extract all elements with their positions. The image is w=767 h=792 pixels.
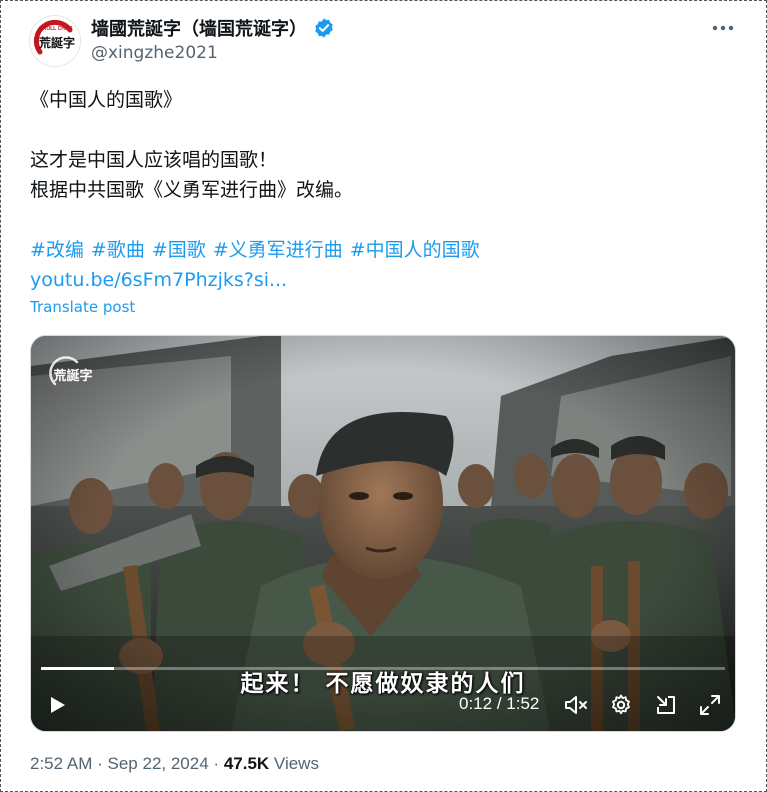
time-separator: / <box>496 694 502 713</box>
current-time: 0:12 <box>459 694 493 713</box>
fullscreen-button[interactable] <box>695 691 725 719</box>
verified-badge-icon[interactable] <box>313 17 335 39</box>
pip-button[interactable] <box>651 691 681 719</box>
muted-speaker-icon <box>565 696 587 714</box>
hashtag-link[interactable]: #国歌 <box>152 239 206 261</box>
views-label: Views <box>273 754 319 773</box>
tweet-card: TROLL CHAO 荒誕字 墙國荒誕字（墙国荒诞字） @xingzhe2021… <box>0 0 767 792</box>
author-name-row: 墙國荒誕字（墙国荒诞字） <box>91 15 335 41</box>
video-time: 0:12 / 1:52 <box>459 694 539 714</box>
video-watermark: 荒誕字 <box>47 354 99 392</box>
translate-post-link[interactable]: Translate post <box>30 298 135 316</box>
hashtag-link[interactable]: #改编 <box>30 239 84 261</box>
svg-text:荒誕字: 荒誕字 <box>52 368 92 384</box>
watermark-logo-icon: 荒誕字 <box>49 356 93 386</box>
post-line-1: 这才是中国人应该唱的国歌！ <box>30 149 278 171</box>
views-count[interactable]: 47.5K <box>224 754 269 773</box>
post-line-2: 根据中共国歌《义勇军进行曲》改编。 <box>30 179 354 201</box>
post-date[interactable]: Sep 22, 2024 <box>108 754 209 773</box>
post-title: 《中国人的国歌》 <box>30 89 183 111</box>
gear-icon <box>612 694 630 715</box>
svg-text:荒誕字: 荒誕字 <box>38 35 75 50</box>
meta-separator: · <box>97 754 103 773</box>
svg-text:TROLL CHAO: TROLL CHAO <box>40 26 73 32</box>
play-button[interactable] <box>43 691 71 719</box>
expand-icon <box>700 695 720 715</box>
avatar-logo: TROLL CHAO 荒誕字 <box>31 17 80 66</box>
post-time[interactable]: 2:52 AM <box>30 754 92 773</box>
hashtag-link[interactable]: #歌曲 <box>91 239 145 261</box>
hashtag-list: #改编 #歌曲 #国歌 #义勇军进行曲 #中国人的国歌 <box>30 235 730 265</box>
play-icon <box>51 697 65 713</box>
meta-separator: · <box>213 754 220 773</box>
video-player[interactable]: 荒誕字 起来！ 不愿做奴隶的人们 0:12 / 1:52 <box>30 335 736 732</box>
hashtag-link[interactable]: #中国人的国歌 <box>350 239 480 261</box>
external-link[interactable]: youtu.be/6sFm7Phzjks?si... <box>30 269 287 291</box>
post-metadata: 2:52 AM · Sep 22, 2024 · 47.5K Views <box>30 754 319 774</box>
mute-button[interactable] <box>561 691 591 719</box>
author-avatar[interactable]: TROLL CHAO 荒誕字 <box>29 15 81 67</box>
settings-button[interactable] <box>606 691 636 719</box>
author-display-name[interactable]: 墙國荒誕字（墙国荒诞字） <box>91 15 307 41</box>
picture-in-picture-icon <box>657 696 675 714</box>
more-options-icon[interactable] <box>710 17 736 39</box>
hashtag-link[interactable]: #义勇军进行曲 <box>213 239 343 261</box>
author-handle[interactable]: @xingzhe2021 <box>91 43 218 63</box>
post-text: 《中国人的国歌》 这才是中国人应该唱的国歌！ 根据中共国歌《义勇军进行曲》改编。… <box>30 85 730 295</box>
duration: 1:52 <box>506 694 540 713</box>
